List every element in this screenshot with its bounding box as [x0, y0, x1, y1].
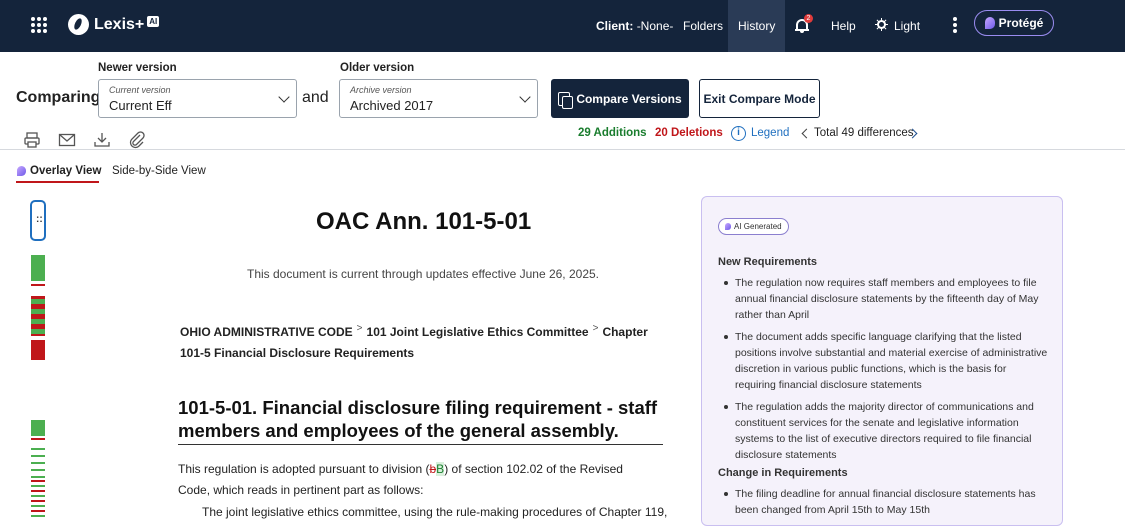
compare-versions-label: Compare Versions — [576, 91, 682, 106]
minimap-mixed-mark[interactable] — [31, 296, 45, 336]
notifications-bell-icon[interactable]: 2 — [795, 14, 813, 33]
minimap-mixed-lines[interactable] — [31, 480, 45, 517]
tab-overlay-view[interactable]: Overlay View — [17, 165, 101, 177]
logo-ai-badge: AI — [147, 16, 160, 27]
previous-difference-icon[interactable] — [801, 128, 812, 139]
apps-grid-icon[interactable] — [31, 17, 47, 33]
ai-summary-panel: AI Generated New Requirements The regula… — [701, 196, 1063, 526]
sun-icon[interactable] — [875, 18, 888, 31]
minimap-deletion-mark[interactable] — [31, 340, 45, 360]
older-version-small-label: Archive version — [350, 85, 412, 95]
nav-help[interactable]: Help — [831, 0, 856, 52]
inserted-text: B — [436, 462, 445, 476]
chevron-down-icon — [278, 91, 290, 103]
print-icon[interactable] — [23, 131, 41, 149]
nav-folders[interactable]: Folders — [683, 0, 723, 52]
older-version-value: Archived 2017 — [350, 98, 434, 113]
top-navigation-bar: Lexis+ AI Client: -None- Folders History… — [0, 0, 1125, 52]
minimap-addition-mark[interactable] — [31, 438, 45, 440]
chevron-down-icon — [519, 91, 531, 103]
more-options-icon[interactable] — [953, 17, 957, 33]
new-requirements-heading: New Requirements — [718, 256, 818, 268]
compare-versions-button[interactable]: Compare Versions — [551, 79, 689, 118]
logo-text: Lexis+ — [94, 15, 145, 33]
nav-history[interactable]: History — [728, 0, 786, 52]
theme-toggle-light[interactable]: Light — [894, 0, 920, 52]
ai-generated-badge: AI Generated — [718, 218, 789, 235]
notification-count-badge: 2 — [804, 14, 813, 23]
attachment-icon[interactable] — [128, 131, 146, 149]
list-item: The regulation now requires staff member… — [718, 275, 1048, 323]
deletions-count[interactable]: 20 Deletions — [655, 127, 723, 139]
body-paragraph: This regulation is adopted pursuant to d… — [178, 459, 658, 501]
total-differences: Total 49 differences — [814, 127, 914, 139]
list-item: The regulation adds the majority directo… — [718, 399, 1048, 463]
comparing-label: Comparing — [16, 89, 101, 106]
document-title: OAC Ann. 101-5-01 — [316, 208, 532, 235]
toolbar-divider — [0, 149, 1125, 150]
tab-side-by-side-view[interactable]: Side-by-Side View — [112, 165, 206, 177]
minimap-addition-lines[interactable] — [31, 448, 45, 478]
lexis-logo[interactable]: Lexis+ AI — [68, 14, 160, 35]
minimap-addition-mark[interactable] — [31, 420, 45, 436]
newer-version-label: Newer version — [98, 62, 177, 74]
download-icon[interactable] — [93, 131, 111, 149]
breadcrumb-item[interactable]: 101 Joint Legislative Ethics Committee — [367, 325, 589, 339]
ai-generated-label: AI Generated — [734, 222, 782, 231]
and-label: and — [302, 89, 329, 106]
breadcrumb-separator: > — [592, 323, 599, 334]
older-version-select[interactable]: Archive version Archived 2017 — [339, 79, 538, 118]
copy-icon — [558, 91, 574, 109]
info-icon[interactable]: i — [731, 126, 746, 141]
list-item: The filing deadline for annual financial… — [718, 486, 1048, 518]
breadcrumb-item[interactable]: OHIO ADMINISTRATIVE CODE — [180, 325, 353, 339]
new-requirements-list: The regulation now requires staff member… — [718, 275, 1048, 469]
protege-icon — [984, 17, 995, 29]
exit-compare-mode-button[interactable]: Exit Compare Mode — [699, 79, 820, 118]
minimap-addition-mark[interactable] — [31, 255, 45, 281]
paragraph-text: This regulation is adopted pursuant to d… — [178, 462, 430, 476]
tab-overlay-label: Overlay View — [30, 165, 102, 177]
differences-minimap[interactable]: :: — [30, 200, 46, 517]
older-version-label: Older version — [340, 62, 415, 74]
change-in-requirements-list: The filing deadline for annual financial… — [718, 486, 1048, 524]
breadcrumb: OHIO ADMINISTRATIVE CODE >101 Joint Legis… — [180, 318, 650, 364]
client-value: -None- — [636, 19, 674, 33]
breadcrumb-separator: > — [356, 323, 363, 334]
newer-version-small-label: Current version — [109, 85, 171, 95]
minimap-drag-handle[interactable]: :: — [30, 200, 46, 241]
additions-count[interactable]: 29 Additions — [578, 127, 647, 139]
email-icon[interactable] — [58, 131, 76, 149]
minimap-deletion-mark[interactable] — [31, 284, 45, 286]
active-tab-indicator — [16, 181, 99, 183]
currency-statement: This document is current through updates… — [247, 267, 599, 281]
protege-button[interactable]: Protégé — [974, 10, 1054, 36]
section-heading: 101-5-01. Financial disclosure filing re… — [178, 396, 663, 445]
client-label: Client: — [596, 19, 634, 33]
protege-label: Protégé — [998, 16, 1044, 30]
client-selector[interactable]: Client: -None- — [596, 0, 673, 52]
protege-icon — [725, 223, 731, 230]
list-item: The document adds specific language clar… — [718, 329, 1048, 393]
change-in-requirements-heading: Change in Requirements — [718, 467, 848, 479]
protege-icon — [17, 166, 26, 176]
legend-link[interactable]: Legend — [751, 127, 789, 139]
lexis-logo-mark-icon — [68, 14, 89, 35]
newer-version-value: Current Eff — [109, 98, 172, 113]
newer-version-select[interactable]: Current version Current Eff — [98, 79, 297, 118]
